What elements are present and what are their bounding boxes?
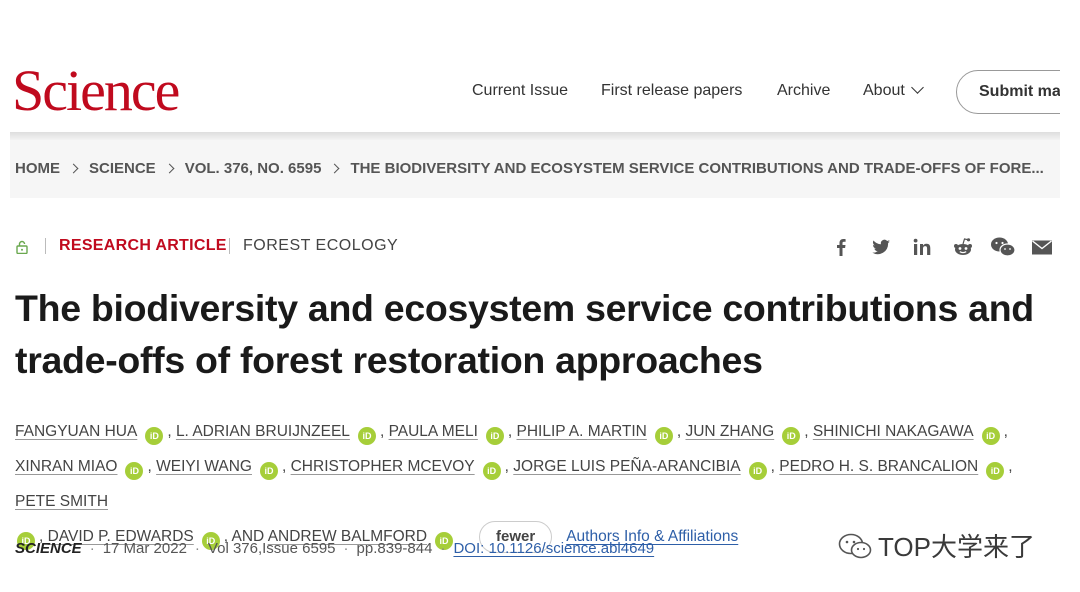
orcid-icon[interactable]: iD	[485, 427, 504, 445]
orcid-icon[interactable]: iD	[748, 462, 767, 480]
site-header: Science Current Issue First release pape…	[0, 0, 1080, 136]
author-link[interactable]: XINRAN MIAO	[15, 458, 117, 475]
nav-about-label: About	[863, 82, 905, 99]
breadcrumb-science[interactable]: SCIENCE	[89, 160, 156, 177]
breadcrumb-current: THE BIODIVERSITY AND ECOSYSTEM SERVICE C…	[350, 160, 1044, 177]
orcid-icon[interactable]: iD	[125, 462, 144, 480]
article-title: The biodiversity and ecosystem service c…	[15, 287, 1034, 381]
chevron-right-icon	[164, 163, 175, 174]
volume-issue[interactable]: Vol 376,Issue 6595	[208, 540, 336, 557]
wechat-watermark-icon	[838, 533, 872, 559]
chevron-down-icon	[910, 81, 924, 94]
orcid-icon[interactable]: iD	[986, 462, 1005, 480]
watermark: TOP大学来了	[838, 527, 1035, 564]
nav-archive[interactable]: Archive	[777, 82, 830, 100]
author-link[interactable]: L. ADRIAN BRUIJNZEEL	[176, 423, 350, 440]
facebook-icon[interactable]	[830, 236, 852, 258]
author-link[interactable]: CHRISTOPHER MCEVOY	[291, 458, 475, 475]
orcid-icon[interactable]: iD	[981, 427, 1000, 445]
wechat-icon[interactable]	[990, 236, 1016, 258]
doi-link[interactable]: DOI: 10.1126/science.abl4649	[453, 540, 654, 557]
author-link[interactable]: FANGYUAN HUA	[15, 423, 137, 440]
chevron-right-icon	[68, 163, 79, 174]
divider	[229, 238, 230, 254]
author-link[interactable]: SHINICHI NAKAGAWA	[813, 423, 974, 440]
orcid-icon[interactable]: iD	[654, 427, 673, 445]
nav-about[interactable]: About	[863, 81, 924, 100]
divider	[45, 238, 46, 254]
article-section[interactable]: FOREST ECOLOGY	[243, 237, 398, 255]
twitter-icon[interactable]	[870, 236, 892, 258]
linkedin-icon[interactable]	[911, 236, 933, 258]
publish-date: 17 Mar 2022	[102, 540, 187, 557]
watermark-text: TOP大学来了	[878, 532, 1035, 562]
breadcrumb: HOME SCIENCE VOL. 376, NO. 6595 THE BIODIVE…	[10, 140, 1060, 198]
orcid-icon[interactable]: iD	[145, 427, 164, 445]
header-divider	[10, 132, 1060, 140]
breadcrumb-volume[interactable]: VOL. 376, NO. 6595	[185, 160, 322, 177]
breadcrumb-home[interactable]: HOME	[15, 160, 60, 177]
author-link[interactable]: PETE SMITH	[15, 493, 108, 510]
orcid-icon[interactable]: iD	[482, 462, 501, 480]
author-link[interactable]: PHILIP A. MARTIN	[517, 423, 647, 440]
chevron-right-icon	[329, 163, 340, 174]
orcid-icon[interactable]: iD	[782, 427, 801, 445]
email-icon[interactable]	[1031, 236, 1053, 258]
author-link[interactable]: PAULA MELI	[389, 423, 478, 440]
orcid-icon[interactable]: iD	[357, 427, 376, 445]
lock-open-icon	[16, 240, 28, 254]
journal-name[interactable]: SCIENCE	[15, 540, 82, 557]
author-link[interactable]: WEIYI WANG	[156, 458, 252, 475]
nav-first-release-papers[interactable]: First release papers	[601, 82, 742, 100]
nav-current-issue[interactable]: Current Issue	[472, 82, 568, 100]
viewport-edge	[1060, 0, 1080, 592]
reddit-icon[interactable]	[952, 236, 974, 258]
page-range: pp.839-844	[356, 540, 433, 557]
author-link[interactable]: JORGE LUIS PEÑA-ARANCIBIA	[513, 458, 740, 475]
author-link[interactable]: JUN ZHANG	[685, 423, 774, 440]
author-link[interactable]: PEDRO H. S. BRANCALION	[779, 458, 978, 475]
orcid-icon[interactable]: iD	[259, 462, 278, 480]
citation-line: SCIENCE · 17 Mar 2022 · Vol 376,Issue 6595 · p…	[15, 540, 655, 557]
science-logo[interactable]: Science	[12, 62, 180, 120]
article-type[interactable]: RESEARCH ARTICLE	[59, 237, 227, 255]
